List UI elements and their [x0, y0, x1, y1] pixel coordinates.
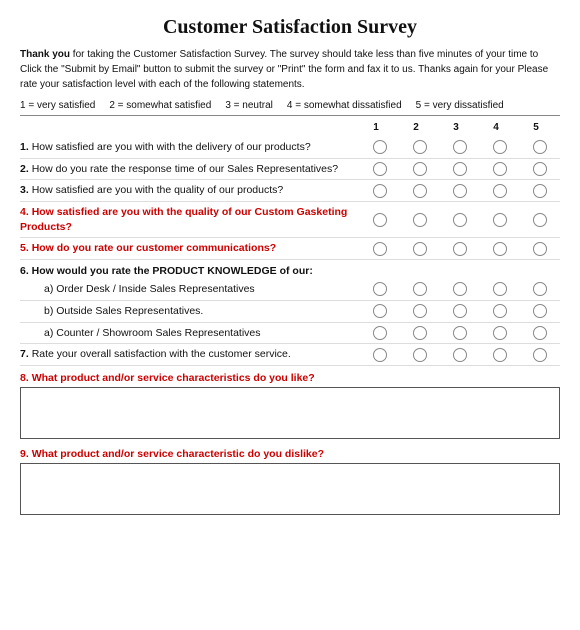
q6c-radio-3[interactable]: [453, 326, 467, 340]
q1-radio-3[interactable]: [453, 140, 467, 154]
section-6b-text: b) Outside Sales Representatives.: [20, 304, 360, 319]
question-7-radios[interactable]: [360, 348, 560, 362]
col-5: 5: [533, 122, 539, 133]
q5-radio-2[interactable]: [413, 242, 427, 256]
question-row-1: 1. How satisfied are you with with the d…: [20, 137, 560, 159]
col-3: 3: [453, 122, 459, 133]
scale-legend: 1 = very satisfied 2 = somewhat satisfie…: [20, 100, 560, 111]
page-title: Customer Satisfaction Survey: [20, 16, 560, 39]
question-row-2: 2. How do you rate the response time of …: [20, 159, 560, 181]
question-4-radios[interactable]: [360, 213, 560, 227]
q6a-radio-2[interactable]: [413, 282, 427, 296]
q6a-radio-3[interactable]: [453, 282, 467, 296]
q3-radio-4[interactable]: [493, 184, 507, 198]
question-3-radios[interactable]: [360, 184, 560, 198]
question-row-4: 4. How satisfied are you with the qualit…: [20, 202, 560, 238]
q6b-radio-4[interactable]: [493, 304, 507, 318]
q4-radio-5[interactable]: [533, 213, 547, 227]
q6b-radio-1[interactable]: [373, 304, 387, 318]
q6c-radio-1[interactable]: [373, 326, 387, 340]
q1-radio-2[interactable]: [413, 140, 427, 154]
section-6c-radios[interactable]: [360, 326, 560, 340]
q4-radio-1[interactable]: [373, 213, 387, 227]
question-5-radios[interactable]: [360, 242, 560, 256]
q5-radio-4[interactable]: [493, 242, 507, 256]
q3-radio-2[interactable]: [413, 184, 427, 198]
col-4: 4: [493, 122, 499, 133]
question-1-text: 1. How satisfied are you with with the d…: [20, 140, 360, 155]
q4-radio-4[interactable]: [493, 213, 507, 227]
intro-text: Thank you for taking the Customer Satisf…: [20, 47, 560, 92]
question-3-text: 3. How satisfied are you with the qualit…: [20, 183, 360, 198]
question-2-text: 2. How do you rate the response time of …: [20, 162, 360, 177]
section-6a-radios[interactable]: [360, 282, 560, 296]
scale-5: 5 = very dissatisfied: [416, 100, 504, 111]
q3-radio-1[interactable]: [373, 184, 387, 198]
question-7-text: 7. Rate your overall satisfaction with t…: [20, 347, 360, 362]
scale-4: 4 = somewhat dissatisfied: [287, 100, 402, 111]
q6c-radio-5[interactable]: [533, 326, 547, 340]
q7-radio-1[interactable]: [373, 348, 387, 362]
q6a-radio-1[interactable]: [373, 282, 387, 296]
q2-radio-4[interactable]: [493, 162, 507, 176]
q4-radio-2[interactable]: [413, 213, 427, 227]
q6b-radio-2[interactable]: [413, 304, 427, 318]
q3-radio-5[interactable]: [533, 184, 547, 198]
q6b-radio-3[interactable]: [453, 304, 467, 318]
col-1: 1: [373, 122, 379, 133]
section-6b-row: b) Outside Sales Representatives.: [20, 301, 560, 323]
intro-bold: Thank you: [20, 49, 70, 60]
rating-header: 1 2 3 4 5: [20, 122, 560, 133]
q5-radio-3[interactable]: [453, 242, 467, 256]
divider: [20, 115, 560, 116]
question-5-text: 5. How do you rate our customer communic…: [20, 241, 360, 256]
question-2-radios[interactable]: [360, 162, 560, 176]
q2-radio-2[interactable]: [413, 162, 427, 176]
question-8-answer[interactable]: [20, 387, 560, 439]
section-6b-radios[interactable]: [360, 304, 560, 318]
question-8-label: 8. What product and/or service character…: [20, 366, 560, 387]
col-2: 2: [413, 122, 419, 133]
question-row-7: 7. Rate your overall satisfaction with t…: [20, 344, 560, 366]
rating-cols: 1 2 3 4 5: [356, 122, 556, 133]
q2-radio-1[interactable]: [373, 162, 387, 176]
section-6-header: 6. How would you rate the PRODUCT KNOWLE…: [20, 260, 560, 279]
scale-1: 1 = very satisfied: [20, 100, 95, 111]
question-9-answer[interactable]: [20, 463, 560, 515]
q3-radio-3[interactable]: [453, 184, 467, 198]
question-4-text: 4. How satisfied are you with the qualit…: [20, 205, 360, 234]
section-6c-text: a) Counter / Showroom Sales Representati…: [20, 326, 360, 341]
section-6a-text: a) Order Desk / Inside Sales Representat…: [20, 282, 360, 297]
section-6c-row: a) Counter / Showroom Sales Representati…: [20, 323, 560, 345]
q5-radio-5[interactable]: [533, 242, 547, 256]
q1-radio-4[interactable]: [493, 140, 507, 154]
question-1-radios[interactable]: [360, 140, 560, 154]
scale-3: 3 = neutral: [225, 100, 273, 111]
scale-2: 2 = somewhat satisfied: [109, 100, 211, 111]
q1-radio-5[interactable]: [533, 140, 547, 154]
q6b-radio-5[interactable]: [533, 304, 547, 318]
question-9-label: 9. What product and/or service character…: [20, 442, 560, 463]
q7-radio-4[interactable]: [493, 348, 507, 362]
q7-radio-2[interactable]: [413, 348, 427, 362]
q6c-radio-2[interactable]: [413, 326, 427, 340]
q5-radio-1[interactable]: [373, 242, 387, 256]
q7-radio-3[interactable]: [453, 348, 467, 362]
q6c-radio-4[interactable]: [493, 326, 507, 340]
section-6a-row: a) Order Desk / Inside Sales Representat…: [20, 279, 560, 301]
q6a-radio-5[interactable]: [533, 282, 547, 296]
question-row-3: 3. How satisfied are you with the qualit…: [20, 180, 560, 202]
q6a-radio-4[interactable]: [493, 282, 507, 296]
q1-radio-1[interactable]: [373, 140, 387, 154]
q7-radio-5[interactable]: [533, 348, 547, 362]
question-row-5: 5. How do you rate our customer communic…: [20, 238, 560, 260]
q2-radio-3[interactable]: [453, 162, 467, 176]
q2-radio-5[interactable]: [533, 162, 547, 176]
q4-radio-3[interactable]: [453, 213, 467, 227]
